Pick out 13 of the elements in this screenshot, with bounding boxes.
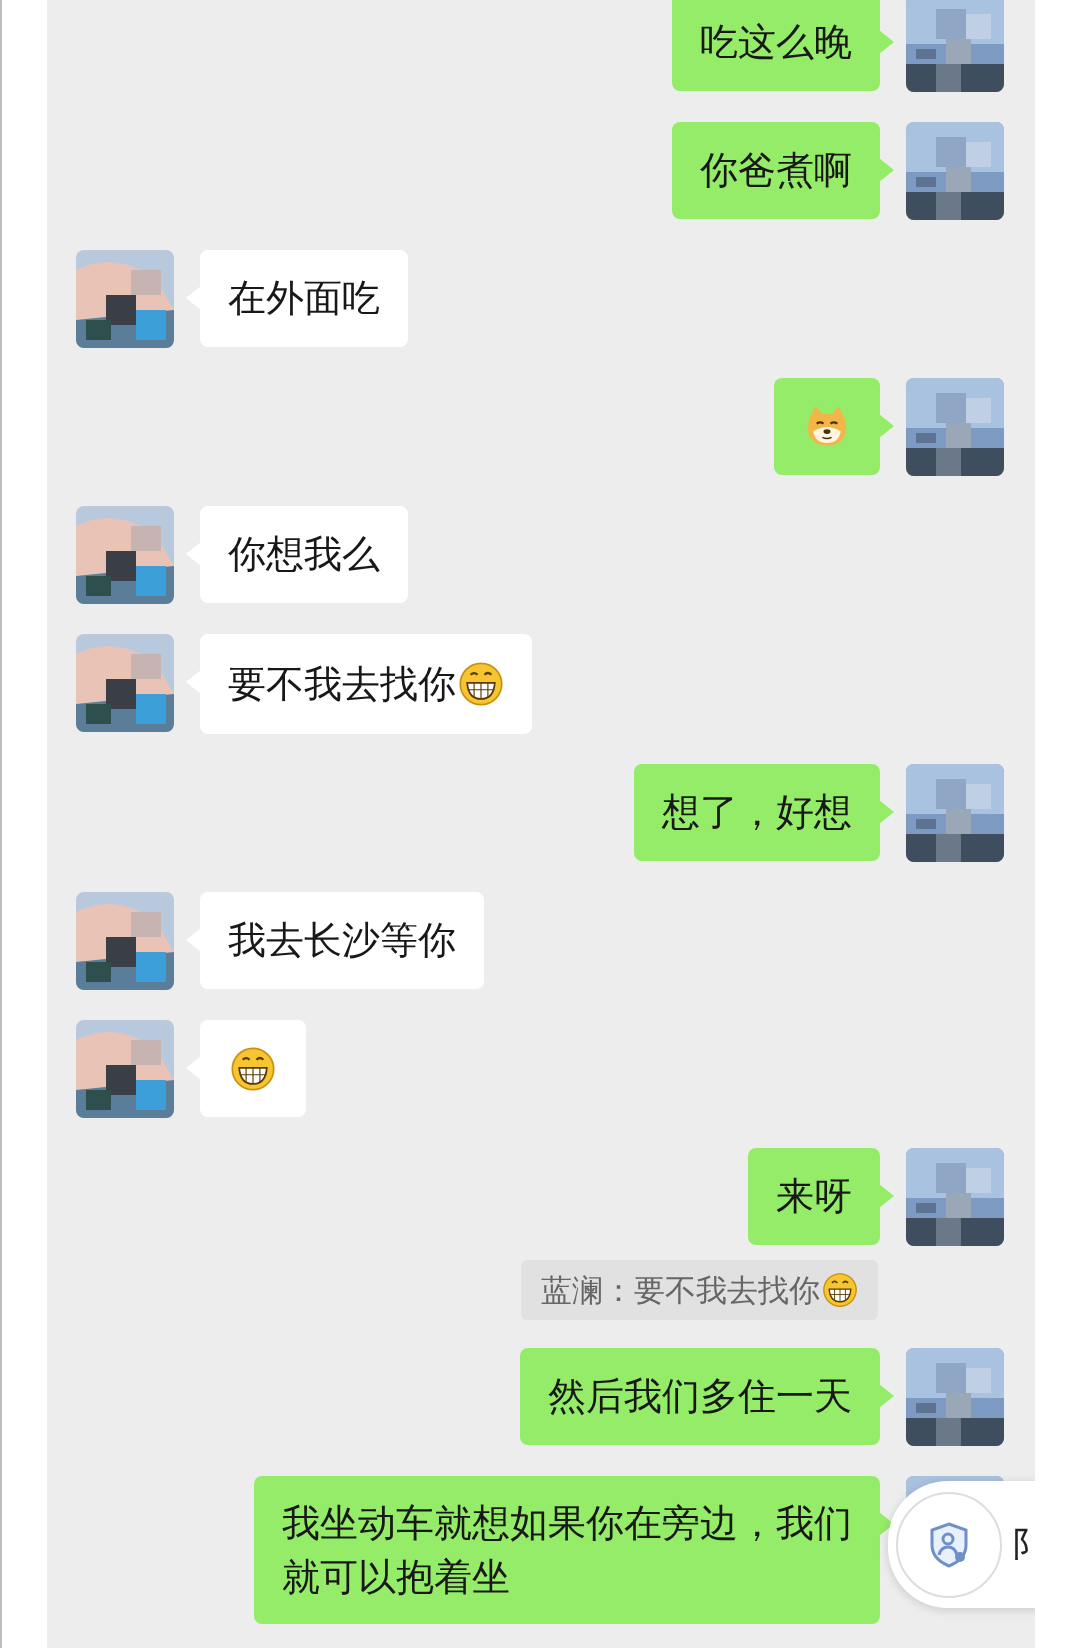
bubble-tail xyxy=(879,30,894,54)
bubble-tail xyxy=(879,414,894,438)
bubble-tail xyxy=(879,1512,894,1536)
bubble-tail xyxy=(879,158,894,182)
floating-panel[interactable]: 阝 xyxy=(888,1481,1035,1608)
grinning-emoji-icon xyxy=(230,1045,276,1092)
quoted-message[interactable]: 蓝澜：要不我去找你 xyxy=(521,1260,878,1320)
bubble-tail xyxy=(879,1384,894,1408)
bubble-tail xyxy=(879,800,894,824)
security-button[interactable] xyxy=(896,1491,1002,1598)
bubble-tail xyxy=(879,1184,894,1208)
panel-label: 阝 xyxy=(1012,1523,1035,1566)
message-bubble[interactable] xyxy=(186,1020,306,1117)
